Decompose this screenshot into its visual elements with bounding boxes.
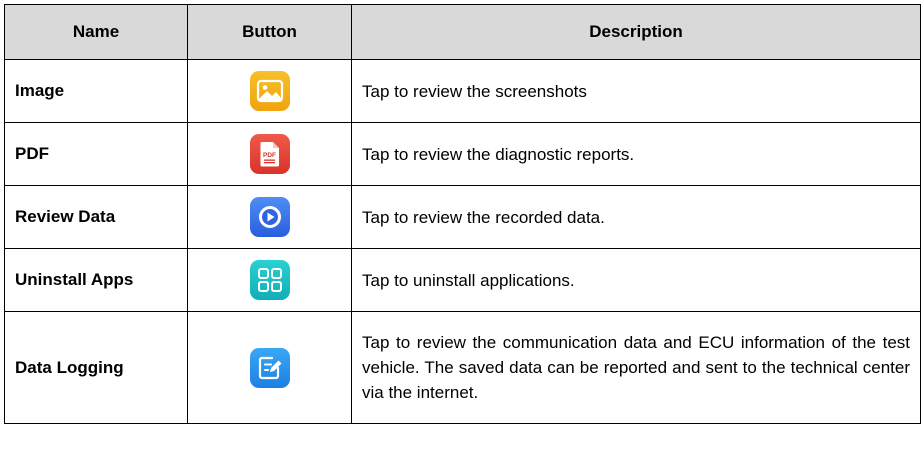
row-description: Tap to review the diagnostic reports.: [351, 122, 921, 186]
svg-text:PDF: PDF: [263, 152, 276, 159]
apps-grid-icon: [249, 260, 290, 300]
header-name: Name: [4, 4, 188, 60]
row-name: Uninstall Apps: [4, 248, 188, 312]
header-description: Description: [351, 4, 921, 60]
table-row: Uninstall Apps Tap to uninstall applicat…: [4, 248, 921, 312]
row-name: Image: [4, 59, 188, 123]
row-name: Review Data: [4, 185, 188, 249]
play-icon: [249, 197, 290, 237]
row-description: Tap to review the recorded data.: [351, 185, 921, 249]
table-row: Review Data Tap to review the recorded d…: [4, 185, 921, 249]
edit-note-icon: [249, 347, 290, 388]
row-name: Data Logging: [4, 311, 188, 424]
row-description: Tap to review the communication data and…: [351, 311, 921, 424]
table-row: Data Logging Tap to review the communica…: [4, 311, 921, 424]
row-description: Tap to uninstall applications.: [351, 248, 921, 312]
button-description-table: Name Button Description Image Tap to rev…: [4, 4, 921, 424]
table-row: Image Tap to review the screenshots: [4, 59, 921, 123]
image-icon: [249, 71, 290, 111]
pdf-icon: PDF: [249, 134, 290, 174]
row-name: PDF: [4, 122, 188, 186]
table-row: PDF PDF Tap to review the diagnostic rep…: [4, 122, 921, 186]
header-button: Button: [187, 4, 352, 60]
table-header-row: Name Button Description: [4, 4, 921, 60]
row-description: Tap to review the screenshots: [351, 59, 921, 123]
